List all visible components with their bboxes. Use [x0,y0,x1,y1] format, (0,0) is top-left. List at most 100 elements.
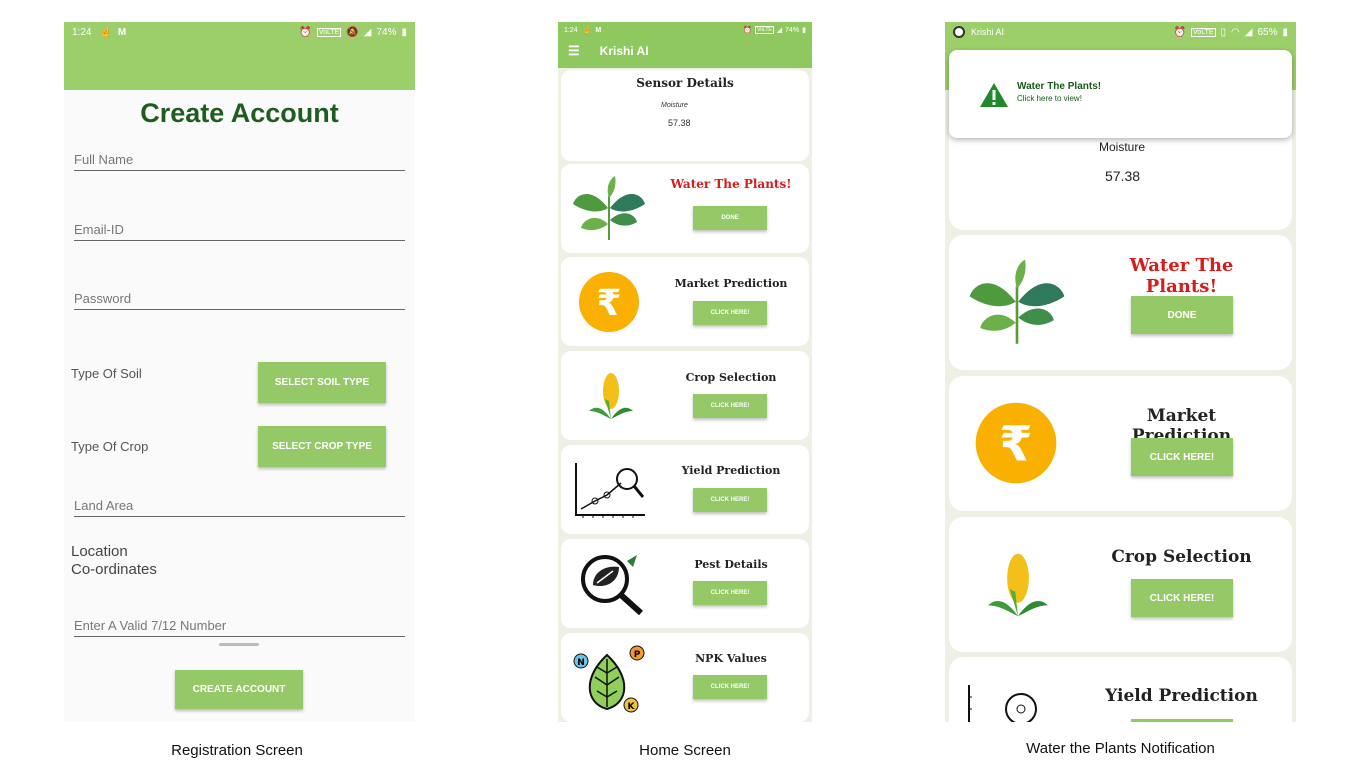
done-button[interactable]: DONE [1131,296,1233,334]
scroll-handle[interactable] [219,643,259,646]
sensor-title: Sensor Details [636,76,734,90]
corn-icon [988,553,1048,617]
alarm-icon: ⏰ [1173,26,1187,38]
app-notification-icon [953,26,965,38]
volte-badge: VoLTE [755,26,774,34]
crop-card: Crop Selection CLICK HERE! [561,351,809,440]
corn-icon [589,373,633,419]
registration-screen: 1:24 ☝ M ⏰ VoLTE 🔕 ◢ 74% ▮ Create Accoun… [64,22,415,722]
status-bar: Krishi AI ⏰ VoLTE ▯ ◠ ◢ 65% ▮ [945,22,1296,42]
yield-click-button[interactable]: CLICK HERE! [693,488,767,512]
done-button[interactable]: DONE [693,206,767,230]
water-card: Water The Plants! DONE [949,235,1292,370]
registration-caption: Registration Screen [171,742,303,759]
npk-card: N P K NPK Values CLICK HERE! [561,633,809,722]
svg-text:₹: ₹ [999,416,1033,472]
notification-caption: Water the Plants Notification [1026,740,1215,757]
notification-screen: Krishi AI ⏰ VoLTE ▯ ◠ ◢ 65% ▮ Moisture 5… [945,22,1296,722]
battery-percent: 74% [785,26,800,34]
app-bar: 1:24 ☝ M ⏰ VoLTE ◢ 74% ▮ ☰ Krishi AI [558,22,812,68]
npk-title: NPK Values [695,652,767,665]
wifi-icon: ◠ [1231,26,1240,38]
svg-text:₹: ₹ [596,283,621,324]
plant-icon [573,176,645,240]
volte-badge: VoLTE [316,27,342,37]
svg-text:N: N [577,658,585,668]
yield-click-button[interactable] [1131,719,1233,722]
market-card: ₹ Market Prediction CLICK HERE! [949,376,1292,511]
moisture-label: Moisture [1099,140,1146,154]
mute-icon: 🔕 [346,26,359,38]
alarm-icon: ⏰ [743,27,753,34]
location-label: Location [71,543,128,560]
water-card: Water The Plants! DONE [561,164,809,253]
rupee-icon: ₹ [975,402,1057,484]
pest-click-button[interactable]: CLICK HERE! [693,581,767,605]
plant-icon [969,259,1065,344]
select-soil-button[interactable]: SELECT SOIL TYPE [258,362,386,403]
page-title: Create Account [140,98,339,128]
crop-title: Crop Selection [685,371,777,384]
yield-chart-icon [968,685,1037,722]
crop-click-button[interactable]: CLICK HERE! [1131,579,1233,617]
warning-icon [980,83,1008,107]
yield-card: Yield Prediction [949,657,1292,722]
land-number-field[interactable]: Enter A Valid 7/12 Number [74,618,405,637]
soil-label: Type Of Soil [71,366,142,381]
crop-label: Type Of Crop [71,439,149,454]
market-click-button[interactable]: CLICK HERE! [1131,438,1233,476]
touch-icon: ☝ [99,26,112,38]
pest-search-icon [581,555,644,615]
notification-title: Water The Plants! [1017,81,1102,92]
moisture-value: 57.38 [1105,168,1141,184]
status-bar: 1:24 ☝ M ⏰ VoLTE 🔕 ◢ 74% ▮ [64,22,415,42]
yield-title: Yield Prediction [681,464,781,477]
moisture-label: Moisture [661,102,688,109]
touch-icon: ☝ [582,27,592,34]
signal-icon: ◢ [1244,26,1253,38]
gmail-icon: M [117,26,127,38]
email-field[interactable]: Email-ID [74,222,405,241]
yield-chart-icon [575,463,645,518]
full-name-field[interactable]: Full Name [74,152,405,171]
alarm-icon: ⏰ [299,26,312,38]
create-account-button[interactable]: CREATE ACCOUNT [175,670,303,709]
coordinates-label: Co-ordinates [71,561,157,578]
market-card: ₹ Market Prediction CLICK HERE! [561,257,809,346]
select-crop-button[interactable]: SELECT CROP TYPE [258,426,386,467]
svg-text:P: P [634,650,641,660]
signal-icon: ◢ [776,27,783,34]
moisture-value: 57.38 [668,118,691,128]
gmail-icon: M [595,26,602,34]
water-title: Water The Plants! [1129,255,1234,297]
pest-title: Pest Details [694,558,768,571]
status-time: 1:24 [72,26,92,38]
crop-click-button[interactable]: CLICK HERE! [693,394,767,418]
app-title: Krishi AI [599,44,649,58]
yield-card: Yield Prediction CLICK HERE! [561,445,809,534]
yield-title: Yield Prediction [1105,686,1258,706]
menu-icon[interactable]: ☰ [568,43,580,59]
market-click-button[interactable]: CLICK HERE! [693,301,767,325]
water-title: Water The Plants! [670,177,792,191]
status-app-name: Krishi AI [971,27,1005,37]
battery-icon: ▮ [1282,26,1288,38]
status-bar: 1:24 ☝ M ⏰ VoLTE ◢ 74% ▮ [558,22,812,38]
crop-card: Crop Selection CLICK HERE! [949,517,1292,652]
vibrate-icon: ▯ [1220,26,1227,38]
status-time: 1:24 [564,26,578,34]
market-title: Market Prediction [674,277,788,290]
password-field[interactable]: Password [74,291,405,310]
rupee-icon: ₹ [579,272,639,332]
registration-header: 1:24 ☝ M ⏰ VoLTE 🔕 ◢ 74% ▮ [64,22,415,90]
battery-icon: ▮ [802,27,806,34]
home-caption: Home Screen [639,742,731,759]
push-notification[interactable]: Water The Plants! Click here to view! [949,50,1292,138]
npk-click-button[interactable]: CLICK HERE! [693,675,767,699]
battery-percent: 65% [1257,26,1278,38]
svg-text:K: K [628,702,636,712]
land-area-field[interactable]: Land Area [74,498,405,517]
crop-title: Crop Selection [1111,547,1252,567]
battery-icon: ▮ [401,26,407,38]
signal-icon: ◢ [363,26,372,38]
